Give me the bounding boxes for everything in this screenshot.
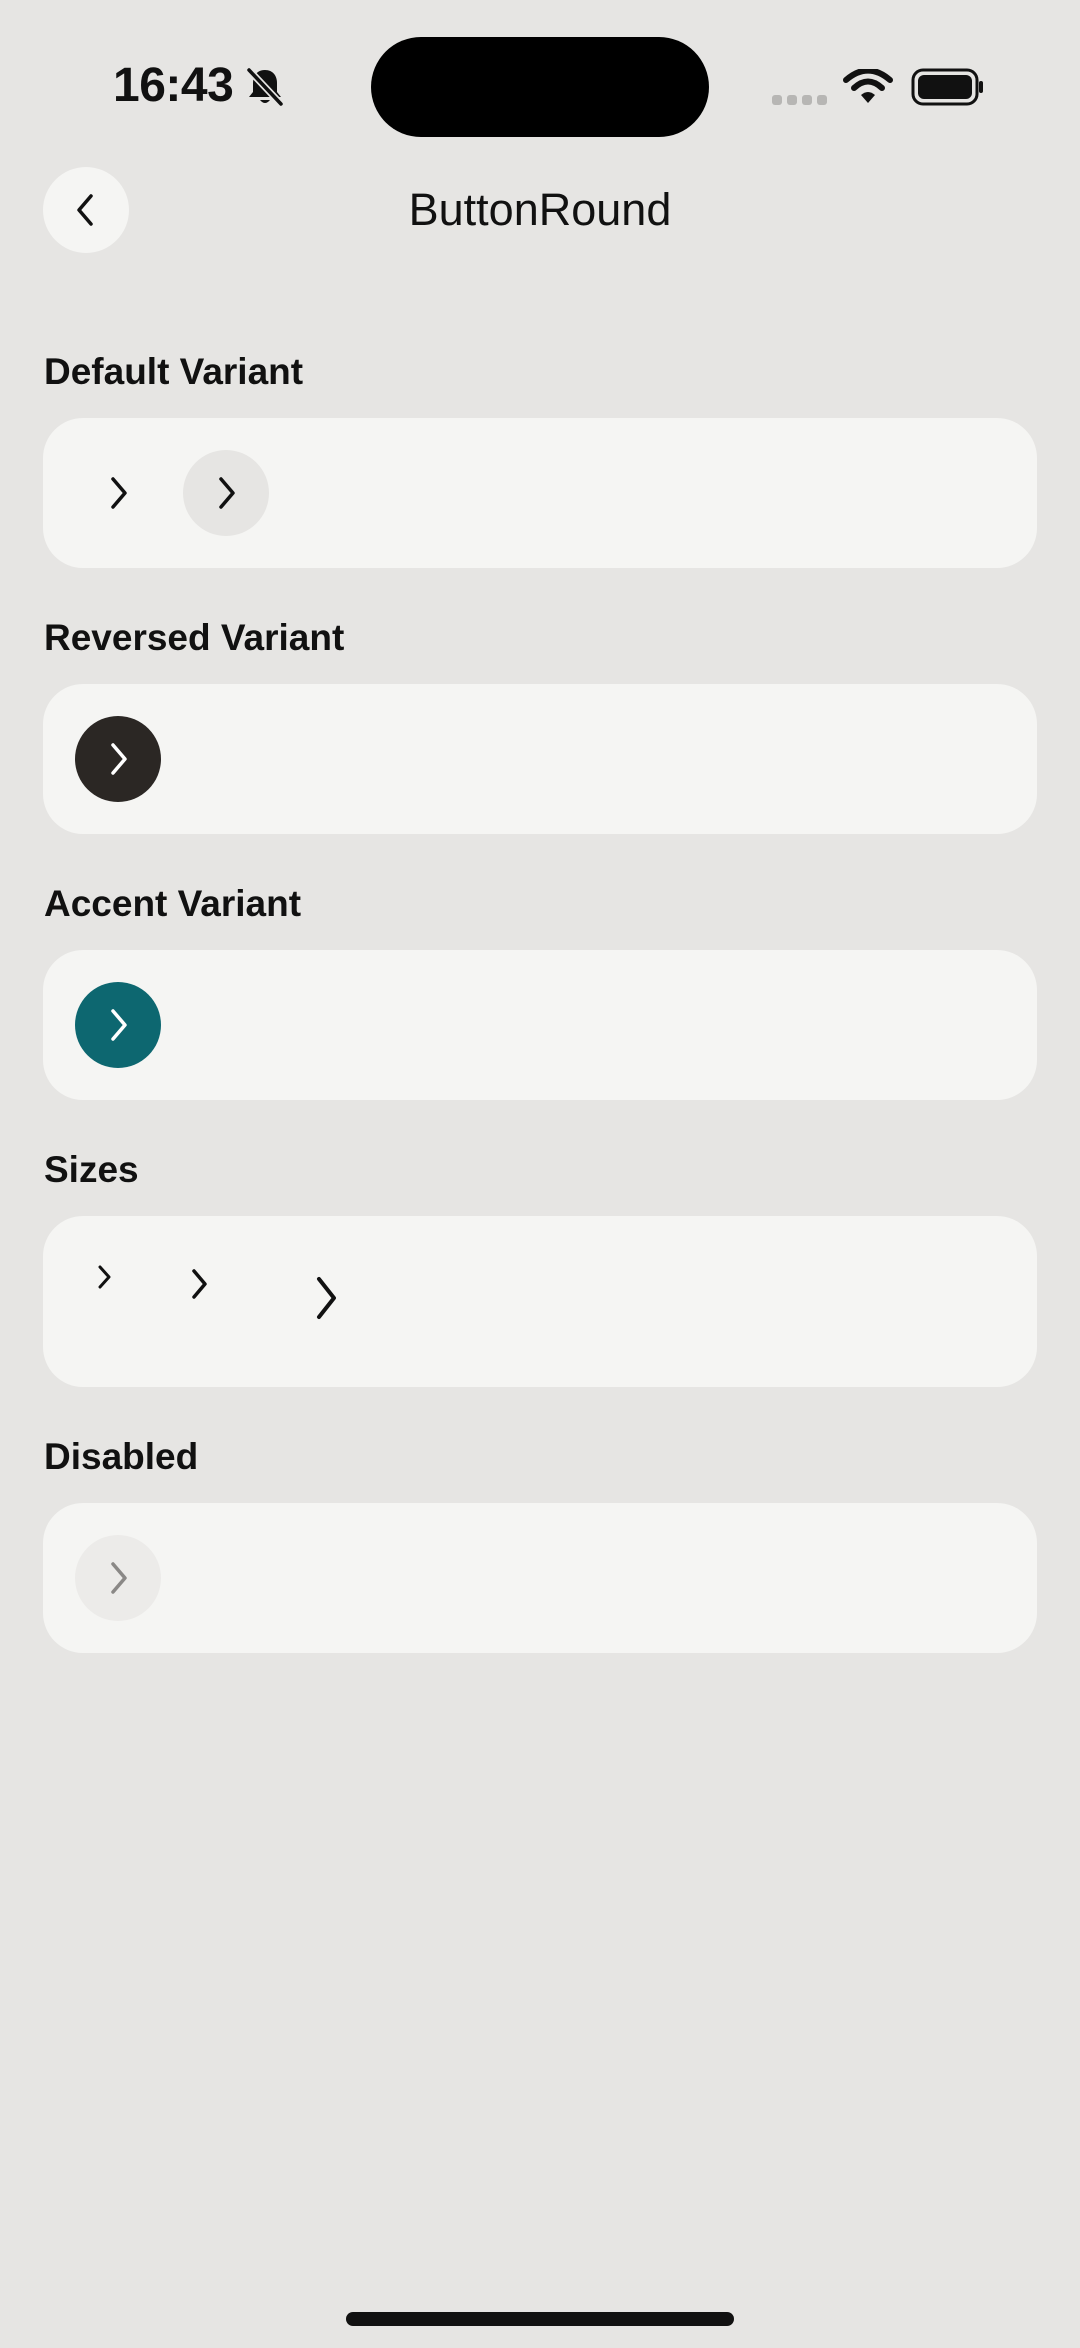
medium-round-button[interactable]	[163, 1248, 235, 1320]
home-indicator[interactable]	[346, 2312, 734, 2326]
battery-icon	[911, 68, 983, 106]
chevron-right-icon	[98, 1265, 111, 1289]
chevron-right-icon	[111, 743, 127, 775]
default-filled-round-button[interactable]	[183, 450, 269, 536]
chevron-right-icon	[192, 1269, 207, 1299]
chevron-right-icon	[111, 477, 127, 509]
chevron-right-icon	[111, 1562, 127, 1594]
chevron-right-icon	[111, 1009, 127, 1041]
card-disabled	[43, 1503, 1037, 1653]
bell-slash-icon	[246, 67, 284, 107]
dynamic-island	[371, 37, 709, 137]
section-title-disabled: Disabled	[44, 1436, 199, 1477]
card-sizes	[43, 1216, 1037, 1387]
section-title-reversed: Reversed Variant	[44, 617, 345, 658]
chevron-right-icon	[219, 477, 235, 509]
disabled-round-button	[75, 1535, 161, 1621]
small-round-button[interactable]	[75, 1248, 133, 1306]
chevron-right-icon	[317, 1277, 336, 1319]
card-default-variant	[43, 418, 1037, 568]
page-title: ButtonRound	[408, 184, 672, 235]
large-round-button[interactable]	[275, 1248, 375, 1348]
accent-round-button[interactable]	[75, 982, 161, 1068]
card-reversed-variant	[43, 684, 1037, 834]
reversed-round-button[interactable]	[75, 716, 161, 802]
card-accent-variant	[43, 950, 1037, 1100]
section-title-default: Default Variant	[44, 351, 304, 392]
section-title-sizes: Sizes	[44, 1149, 139, 1190]
signal-icon	[772, 95, 827, 105]
status-time: 16:43	[113, 59, 234, 112]
section-title-accent: Accent Variant	[44, 883, 302, 924]
wifi-icon	[843, 69, 893, 103]
screen: 16:43 ButtonRound Default Variant Revers…	[0, 0, 1080, 2348]
default-plain-round-button[interactable]	[75, 450, 161, 536]
